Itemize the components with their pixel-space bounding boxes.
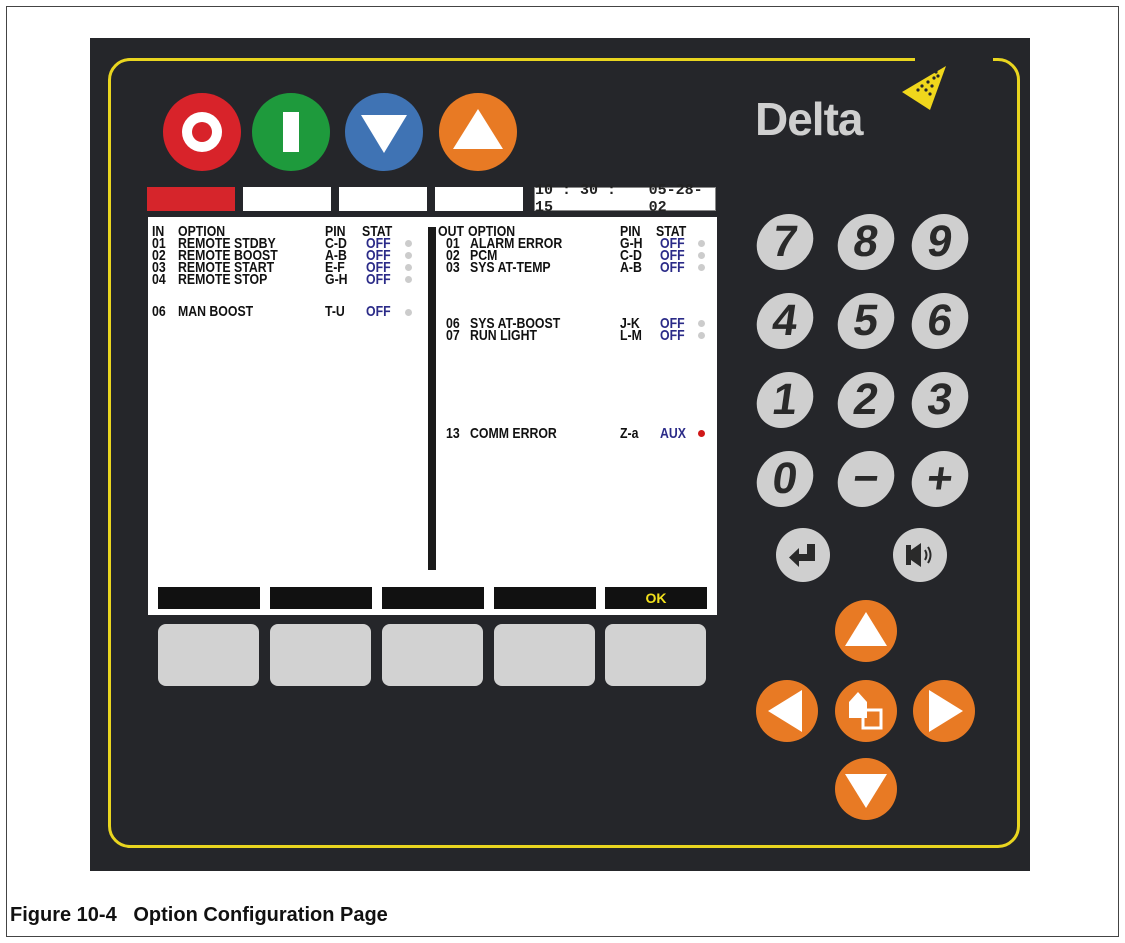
start-button[interactable] bbox=[252, 93, 330, 171]
softkey-4[interactable] bbox=[494, 624, 595, 686]
softkey-3[interactable] bbox=[382, 624, 483, 686]
clock-time: 10 : 30 : 15 bbox=[535, 182, 617, 216]
stop-icon bbox=[163, 93, 241, 171]
in-row-status-dot bbox=[405, 276, 412, 283]
status-indicator-2 bbox=[243, 187, 331, 211]
arrow-right-button[interactable] bbox=[913, 680, 975, 742]
down-arrow-icon bbox=[345, 93, 423, 171]
alarm-indicator bbox=[147, 187, 235, 211]
out-row-num: 03 bbox=[446, 259, 460, 276]
column-divider bbox=[428, 227, 436, 570]
out-row-num: 07 bbox=[446, 327, 460, 344]
softkey-label-4 bbox=[494, 587, 596, 609]
out-row-stat: OFF bbox=[660, 327, 685, 344]
in-row-num: 04 bbox=[152, 271, 166, 288]
in-row-status-dot bbox=[405, 252, 412, 259]
in-row-option: REMOTE STOP bbox=[178, 271, 268, 288]
start-icon bbox=[252, 93, 330, 171]
clock-date: 05-28-02 bbox=[648, 182, 703, 216]
out-row-status-dot bbox=[698, 240, 705, 247]
mute-button[interactable] bbox=[893, 528, 947, 582]
out-row-status-dot bbox=[698, 320, 705, 327]
softkey-1[interactable] bbox=[158, 624, 259, 686]
status-indicator-3 bbox=[339, 187, 427, 211]
out-row-num: 13 bbox=[446, 425, 460, 442]
mute-icon bbox=[906, 543, 932, 567]
in-row-status-dot bbox=[405, 240, 412, 247]
up-button[interactable] bbox=[439, 93, 517, 171]
figure-title: Option Configuration Page bbox=[133, 904, 388, 926]
out-row-pin: A-B bbox=[620, 259, 642, 276]
enter-button[interactable] bbox=[776, 528, 830, 582]
in-row-pin: T-U bbox=[325, 303, 345, 320]
arrow-up-button[interactable] bbox=[835, 600, 897, 662]
out-row-status-dot bbox=[698, 252, 705, 259]
softkey-ok[interactable] bbox=[605, 624, 706, 686]
out-row-status-dot bbox=[698, 264, 705, 271]
out-row-pin: Z-a bbox=[620, 425, 639, 442]
out-row-option: RUN LIGHT bbox=[470, 327, 537, 344]
in-row-stat: OFF bbox=[366, 303, 391, 320]
arrow-down-button[interactable] bbox=[835, 758, 897, 820]
stop-button[interactable] bbox=[163, 93, 241, 171]
in-row-status-dot bbox=[405, 264, 412, 271]
down-button[interactable] bbox=[345, 93, 423, 171]
in-row-status-dot bbox=[405, 309, 412, 316]
arrow-left-button[interactable] bbox=[756, 680, 818, 742]
softkey-label-5: OK bbox=[605, 587, 707, 609]
softkey-label-2 bbox=[270, 587, 372, 609]
up-arrow-icon bbox=[439, 93, 517, 171]
figure-number: Figure 10-4 bbox=[10, 904, 117, 926]
out-row-option: SYS AT-TEMP bbox=[470, 259, 551, 276]
left-arrow-icon bbox=[768, 690, 802, 732]
in-row-option: MAN BOOST bbox=[178, 303, 254, 320]
out-row-stat: OFF bbox=[660, 259, 685, 276]
up-arrow-icon bbox=[845, 612, 887, 646]
softkey-label-3 bbox=[382, 587, 484, 609]
in-row-num: 06 bbox=[152, 303, 166, 320]
in-row-stat: OFF bbox=[366, 271, 391, 288]
in-row-pin: G-H bbox=[325, 271, 348, 288]
down-arrow-icon bbox=[845, 774, 887, 808]
page-toggle-icon bbox=[849, 692, 883, 730]
enter-icon bbox=[789, 544, 815, 567]
brand-logo: Delta bbox=[755, 93, 863, 145]
softkey-label-1 bbox=[158, 587, 260, 609]
out-row-option: COMM ERROR bbox=[470, 425, 557, 442]
right-arrow-icon bbox=[929, 690, 963, 732]
page-toggle-button[interactable] bbox=[835, 680, 897, 742]
clock-display: 10 : 30 : 15 05-28-02 bbox=[534, 182, 716, 216]
status-indicator-4 bbox=[435, 187, 523, 211]
softkey-2[interactable] bbox=[270, 624, 371, 686]
figure-caption: Figure 10-4 Option Configuration Page bbox=[10, 904, 388, 927]
out-row-status-dot bbox=[698, 430, 705, 437]
out-row-status-dot bbox=[698, 332, 705, 339]
out-row-stat: AUX bbox=[660, 425, 686, 442]
logo-mark-icon bbox=[902, 66, 946, 110]
out-row-pin: L-M bbox=[620, 327, 642, 344]
